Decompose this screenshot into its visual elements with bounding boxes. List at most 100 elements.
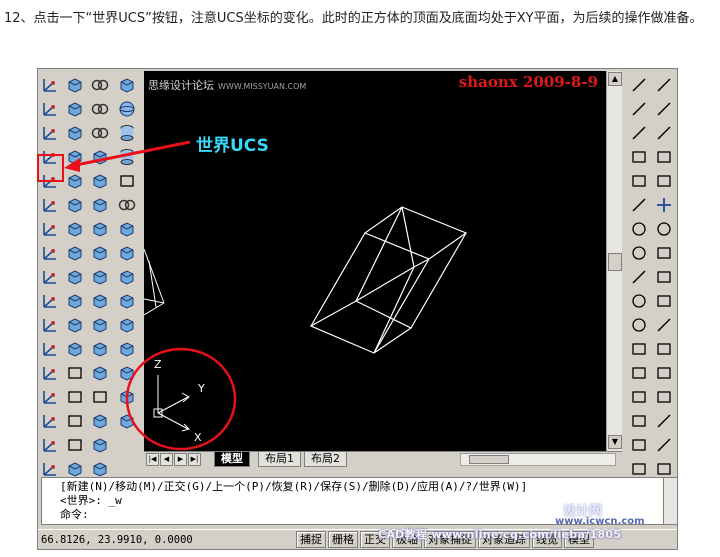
modify-toolbar-button-4[interactable]: [654, 147, 674, 166]
solids-edit-toolbar-button-13[interactable]: [90, 363, 110, 382]
solids-toolbar-button-13[interactable]: [65, 363, 85, 382]
render-toolbar-button-3[interactable]: [117, 123, 137, 142]
ucs-toolbar-button-17[interactable]: [40, 459, 60, 478]
draw-toolbar-button-12[interactable]: [629, 339, 649, 358]
ucs-toolbar-button-10[interactable]: [40, 291, 60, 310]
draw-toolbar-button-14[interactable]: [629, 387, 649, 406]
draw-toolbar-button-2[interactable]: [629, 99, 649, 118]
ucs-toolbar-button-8[interactable]: [40, 243, 60, 262]
solids-edit-toolbar-button-9[interactable]: [90, 267, 110, 286]
solids-toolbar-button-1[interactable]: [65, 75, 85, 94]
vertical-scrollbar[interactable]: ▲ ▼: [606, 71, 622, 451]
solids-edit-toolbar-button-10[interactable]: [90, 291, 110, 310]
render-toolbar-button-14[interactable]: [117, 387, 137, 406]
solids-edit-toolbar-button-7[interactable]: [90, 219, 110, 238]
horizontal-scroll-thumb[interactable]: [469, 455, 509, 464]
ucs-toolbar-button-3[interactable]: [40, 123, 60, 142]
draw-toolbar-button-17[interactable]: [629, 459, 649, 478]
draw-toolbar-button-1[interactable]: [629, 75, 649, 94]
ucs-toolbar-button-1[interactable]: [40, 75, 60, 94]
ucs-toolbar-button-12[interactable]: [40, 339, 60, 358]
solids-toolbar-button-17[interactable]: [65, 459, 85, 478]
render-toolbar-button-7[interactable]: [117, 219, 137, 238]
draw-toolbar-button-10[interactable]: [629, 291, 649, 310]
ucs-toolbar-button-6[interactable]: [40, 195, 60, 214]
modify-toolbar-button-8[interactable]: [654, 243, 674, 262]
render-toolbar-button-15[interactable]: [117, 411, 137, 430]
modify-toolbar-button-11[interactable]: [654, 315, 674, 334]
draw-toolbar-button-16[interactable]: [629, 435, 649, 454]
ucs-toolbar-button-11[interactable]: [40, 315, 60, 334]
modify-toolbar-button-2[interactable]: [654, 99, 674, 118]
render-toolbar-button-8[interactable]: [117, 243, 137, 262]
tab-layout1[interactable]: 布局1: [258, 452, 301, 467]
draw-toolbar-button-15[interactable]: [629, 411, 649, 430]
solids-toolbar-button-14[interactable]: [65, 387, 85, 406]
command-scrollbar[interactable]: [663, 477, 678, 525]
modify-toolbar-button-6[interactable]: [654, 195, 674, 214]
tab-layout2[interactable]: 布局2: [304, 452, 347, 467]
modify-toolbar-button-12[interactable]: [654, 339, 674, 358]
ucs-toolbar-button-2[interactable]: [40, 99, 60, 118]
solids-edit-toolbar-button-2[interactable]: [90, 99, 110, 118]
solids-edit-toolbar-button-6[interactable]: [90, 195, 110, 214]
modify-toolbar-button-9[interactable]: [654, 267, 674, 286]
render-toolbar-button-10[interactable]: [117, 291, 137, 310]
render-toolbar-button-1[interactable]: [117, 75, 137, 94]
solids-edit-toolbar-button-1[interactable]: [90, 75, 110, 94]
solids-toolbar-button-16[interactable]: [65, 435, 85, 454]
solids-edit-toolbar-button-4[interactable]: [90, 147, 110, 166]
scroll-up-arrow-icon[interactable]: ▲: [608, 72, 622, 86]
solids-edit-toolbar-button-11[interactable]: [90, 315, 110, 334]
draw-toolbar-button-13[interactable]: [629, 363, 649, 382]
render-toolbar-button-13[interactable]: [117, 363, 137, 382]
render-toolbar-button-4[interactable]: [117, 147, 137, 166]
ucs-toolbar-button-13[interactable]: [40, 363, 60, 382]
ucs-toolbar-button-9[interactable]: [40, 267, 60, 286]
solids-toolbar-button-5[interactable]: [65, 171, 85, 190]
modify-toolbar-button-3[interactable]: [654, 123, 674, 142]
solids-toolbar-button-11[interactable]: [65, 315, 85, 334]
ucs-toolbar-button-14[interactable]: [40, 387, 60, 406]
modify-toolbar-button-15[interactable]: [654, 411, 674, 430]
draw-toolbar-button-4[interactable]: [629, 147, 649, 166]
vertical-scroll-thumb[interactable]: [608, 253, 622, 271]
modify-toolbar-button-16[interactable]: [654, 435, 674, 454]
modify-toolbar-button-5[interactable]: [654, 171, 674, 190]
solids-toolbar-button-6[interactable]: [65, 195, 85, 214]
solids-edit-toolbar-button-5[interactable]: [90, 171, 110, 190]
modify-toolbar-button-10[interactable]: [654, 291, 674, 310]
render-toolbar-button-11[interactable]: [117, 315, 137, 334]
status-toggle-2[interactable]: 栅格: [328, 531, 358, 548]
solids-edit-toolbar-button-3[interactable]: [90, 123, 110, 142]
solids-toolbar-button-9[interactable]: [65, 267, 85, 286]
solids-edit-toolbar-button-12[interactable]: [90, 339, 110, 358]
modify-toolbar-button-7[interactable]: [654, 219, 674, 238]
solids-toolbar-button-10[interactable]: [65, 291, 85, 310]
solids-edit-toolbar-button-16[interactable]: [90, 435, 110, 454]
solids-toolbar-button-4[interactable]: [65, 147, 85, 166]
solids-edit-toolbar-button-17[interactable]: [90, 459, 110, 478]
modify-toolbar-button-13[interactable]: [654, 363, 674, 382]
solids-edit-toolbar-button-8[interactable]: [90, 243, 110, 262]
solids-toolbar-button-12[interactable]: [65, 339, 85, 358]
tab-first-icon[interactable]: |◀: [146, 453, 159, 466]
ucs-toolbar-button-7[interactable]: [40, 219, 60, 238]
draw-toolbar-button-6[interactable]: [629, 195, 649, 214]
solids-toolbar-button-3[interactable]: [65, 123, 85, 142]
solids-toolbar-button-2[interactable]: [65, 99, 85, 118]
draw-toolbar-button-3[interactable]: [629, 123, 649, 142]
scroll-down-arrow-icon[interactable]: ▼: [608, 435, 622, 449]
render-toolbar-button-12[interactable]: [117, 339, 137, 358]
tab-last-icon[interactable]: ▶|: [188, 453, 201, 466]
solids-edit-toolbar-button-15[interactable]: [90, 411, 110, 430]
render-toolbar-button-9[interactable]: [117, 267, 137, 286]
render-toolbar-button-5[interactable]: [117, 171, 137, 190]
ucs-toolbar-button-4[interactable]: [40, 147, 60, 166]
render-toolbar-button-2[interactable]: [117, 99, 137, 118]
draw-toolbar-button-8[interactable]: [629, 243, 649, 262]
draw-toolbar-button-11[interactable]: [629, 315, 649, 334]
draw-toolbar-button-7[interactable]: [629, 219, 649, 238]
draw-toolbar-button-5[interactable]: [629, 171, 649, 190]
ucs-toolbar-button-15[interactable]: [40, 411, 60, 430]
